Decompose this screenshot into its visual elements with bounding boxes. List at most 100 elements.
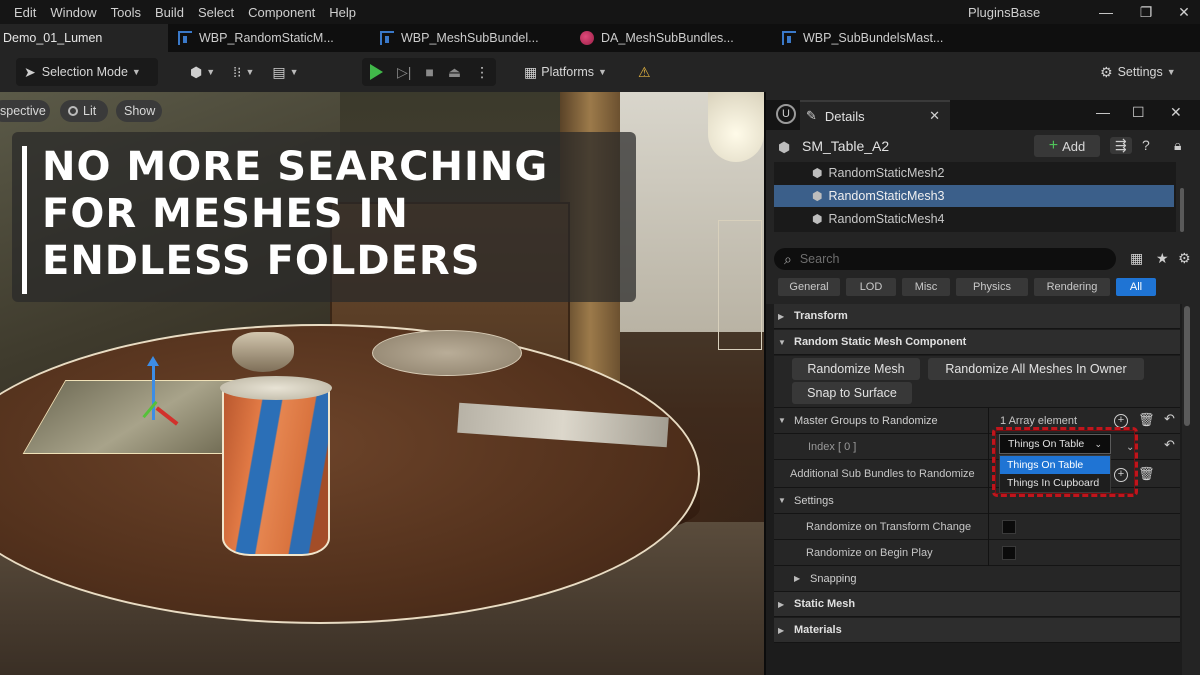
tab-wbp-randomstaticmesh[interactable]: WBP_RandomStaticM... [178,24,346,52]
add-component-button[interactable]: + Add [1034,135,1100,157]
trash-icon[interactable]: 🗑︎ [1138,466,1155,482]
randomize-on-begin-play-checkbox[interactable] [1002,546,1016,560]
chevron-right-icon: ▶ [778,311,785,321]
play-icon[interactable] [370,64,383,80]
maximize-icon[interactable]: ☐ [1132,104,1145,121]
trash-icon[interactable]: 🗑︎ [1138,412,1155,428]
reset-icon[interactable]: ↶ [1164,437,1175,453]
gear-icon[interactable]: ⚙ [1178,250,1191,267]
tab-label: DA_MeshSubBundles... [601,31,734,45]
step-icon[interactable]: ▷| [397,64,411,81]
menu-select[interactable]: Select [191,5,241,20]
randomize-on-transform-checkbox[interactable] [1002,520,1016,534]
blueprint-nodes-icon: ⁞⁝ [233,63,242,80]
filter-bar: General LOD Misc Physics Rendering All [778,278,1156,298]
scene-plate [372,330,522,376]
minimize-icon[interactable]: — [1096,2,1116,22]
settings-dropdown[interactable]: ⚙ Settings ▼ [1100,58,1196,86]
tab-label: WBP_SubBundelsMast... [803,31,944,45]
scene-wireframe [718,220,762,350]
lock-icon[interactable]: 🔒︎ [1174,137,1181,154]
menu-tools[interactable]: Tools [104,5,148,20]
chevron-down-icon[interactable]: ▼ [778,416,790,425]
additional-sub-bundles-label: Additional Sub Bundles to Randomize [790,468,975,480]
reset-icon[interactable]: ↶ [1164,411,1175,427]
eject-icon[interactable]: ⏏ [448,64,461,81]
star-icon[interactable]: ★ [1156,250,1169,267]
index-label: Index [ 0 ] [808,441,857,453]
add-element-icon[interactable]: + [1114,414,1128,428]
gear-icon: ⚙ [1100,63,1113,80]
filter-lod[interactable]: LOD [846,278,896,296]
filter-physics[interactable]: Physics [956,278,1028,296]
filter-misc[interactable]: Misc [902,278,950,296]
restore-icon[interactable]: ❐ [1136,2,1156,22]
close-icon[interactable]: ✕ [1170,104,1182,121]
selection-mode-dropdown[interactable]: ➤ Selection Mode ▼ [16,58,158,86]
filter-all[interactable]: All [1116,278,1156,296]
menu-component[interactable]: Component [241,5,322,20]
cinematics-button[interactable]: ▤ ▼ [272,64,298,81]
tree-item-randomstaticmesh3[interactable]: ⬢ RandomStaticMesh3 [774,185,1174,207]
plus-icon: + [1048,137,1059,154]
tab-demo-01-lumen[interactable]: Demo_01_Lumen [0,24,168,52]
settings-label: Settings [1117,65,1163,79]
section-snapping[interactable]: ▶ Snapping [774,566,1180,592]
selection-mode-label: Selection Mode [41,65,128,79]
section-materials[interactable]: ▶ Materials [774,618,1180,643]
light-bulb-icon [708,92,764,162]
level-viewport[interactable]: spective Lit Show NO MORE SEARCHING FOR … [0,92,764,675]
show-label: Show [124,104,156,118]
close-tab-icon[interactable]: ✕ [929,108,940,124]
show-button[interactable]: Show [116,100,162,122]
tree-scrollbar[interactable] [1180,188,1184,232]
section-label: Random Static Mesh Component [794,336,967,348]
lit-label: Lit [83,104,97,118]
section-static-mesh[interactable]: ▶ Static Mesh [774,592,1180,617]
add-actor-button[interactable]: ⬢ ▼ [190,64,215,81]
column-divider[interactable] [988,408,989,566]
randomize-all-meshes-button[interactable]: Randomize All Meshes In Owner [928,358,1144,380]
more-options-icon[interactable]: ⋮ [475,64,489,81]
add-label: Add [1062,138,1086,154]
details-tab[interactable]: ✎ Details ✕ [800,100,950,130]
tree-item-randomstaticmesh4[interactable]: ⬢ RandomStaticMesh4 [774,208,1174,230]
chevron-down-icon: ▼ [778,337,786,347]
scene-coffee-cup[interactable] [222,384,330,556]
blueprint-icon[interactable]: ⇶ [1110,137,1132,154]
minimize-icon[interactable]: — [1096,104,1110,120]
menu-edit[interactable]: Edit [0,5,43,20]
search-input[interactable] [799,252,1100,266]
widget-blueprint-icon [782,31,796,45]
stop-icon[interactable]: ■ [425,64,433,80]
close-icon[interactable]: ✕ [1174,2,1194,22]
perspective-button[interactable]: spective [0,100,50,122]
details-tab-label: Details [824,108,865,124]
details-scrollbar[interactable] [1184,306,1190,426]
headline-line: ENDLESS FOLDERS [42,238,481,284]
actor-name: SM_Table_A2 [802,138,890,154]
lit-mode-button[interactable]: Lit [60,100,108,122]
snap-to-surface-button[interactable]: Snap to Surface [792,382,912,404]
menu-help[interactable]: Help [322,5,363,20]
play-controls: ▷| ■ ⏏ ⋮ [362,58,496,86]
table-view-icon[interactable]: ▦ [1130,250,1143,267]
randomize-mesh-button[interactable]: Randomize Mesh [792,358,920,380]
details-title-bar: U ✎ Details ✕ — ☐ ✕ [766,100,1200,130]
tab-da-meshsubbundles[interactable]: DA_MeshSubBundles... [580,24,750,52]
filter-general[interactable]: General [778,278,840,296]
widget-blueprint-icon [178,31,192,45]
source-control-button[interactable]: ⚠ [638,58,662,86]
tab-wbp-meshsubbundel[interactable]: WBP_MeshSubBundel... [380,24,550,52]
filter-rendering[interactable]: Rendering [1034,278,1110,296]
tree-item-randomstaticmesh2[interactable]: ⬢ RandomStaticMesh2 [774,162,1174,184]
blueprint-button[interactable]: ⁞⁝ ▼ [233,64,254,81]
tab-wbp-subbundelsmaster[interactable]: WBP_SubBundelsMast... [782,24,952,52]
section-transform[interactable]: ▶ Transform [774,304,1180,329]
section-random-static-mesh-component[interactable]: ▼ Random Static Mesh Component [774,330,1180,355]
menu-build[interactable]: Build [148,5,191,20]
help-icon[interactable]: ? [1142,137,1150,153]
menu-window[interactable]: Window [43,5,103,20]
transform-gizmo-z-axis[interactable] [147,356,159,420]
platforms-dropdown[interactable]: ▦ Platforms ▼ [516,58,624,86]
